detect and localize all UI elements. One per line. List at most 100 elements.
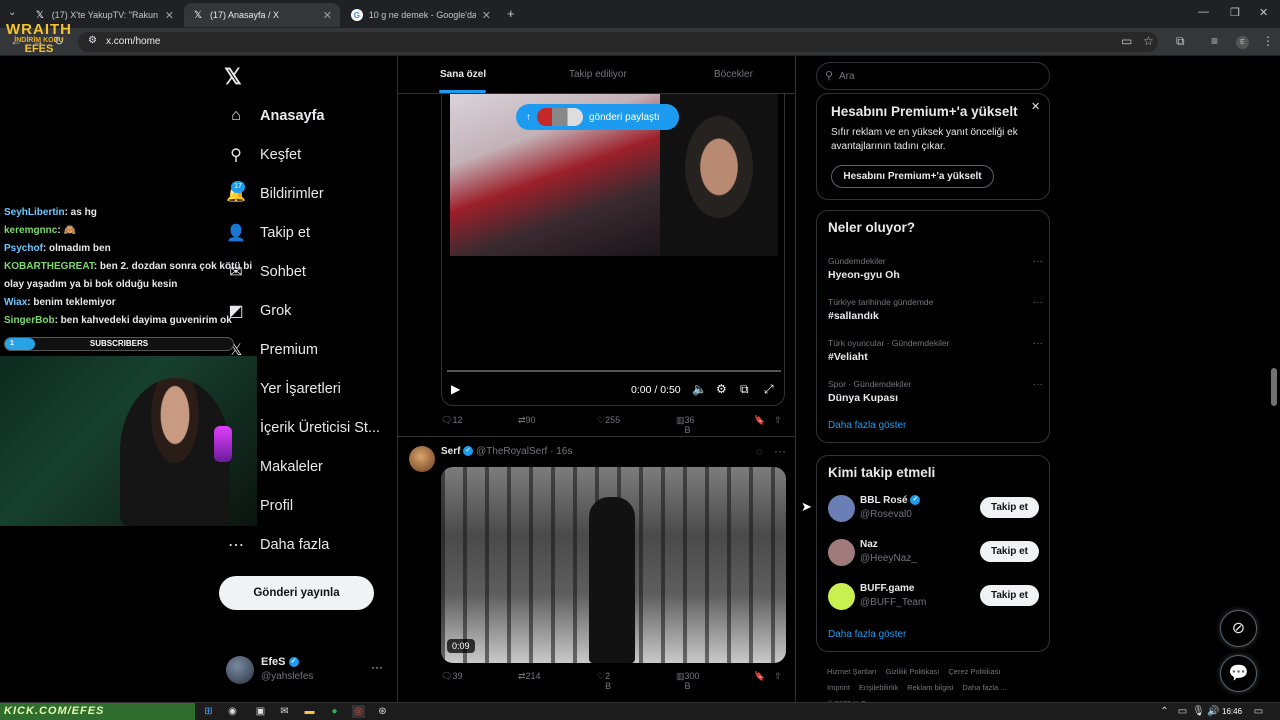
premium-upgrade-button[interactable]: Hesabını Premium+'a yükselt bbox=[831, 165, 994, 188]
trend-item[interactable]: Türk oyuncular · Gündemdekiler #Veliaht ··… bbox=[828, 338, 1043, 363]
search-input[interactable]: ⚲ Ara bbox=[816, 62, 1050, 90]
more-dots-icon[interactable]: ··· bbox=[1033, 297, 1043, 308]
app-icon[interactable]: ⊛ bbox=[376, 705, 389, 718]
profile-icon[interactable]: E bbox=[1236, 36, 1249, 49]
footer-link[interactable]: Hizmet Şartları bbox=[827, 667, 877, 676]
more-dots-icon[interactable]: ··· bbox=[774, 444, 786, 458]
author-name[interactable]: Serf bbox=[441, 446, 460, 457]
like-button[interactable]: ♡ 255 bbox=[597, 415, 620, 426]
settings-icon[interactable]: ⚙ bbox=[716, 382, 727, 396]
close-tab-icon[interactable]: ✕ bbox=[165, 9, 174, 22]
follow-button[interactable]: Takip et bbox=[980, 585, 1039, 606]
messages-fab-icon[interactable]: 💬 bbox=[1220, 655, 1257, 692]
chrome-icon[interactable]: ◎ bbox=[352, 705, 365, 718]
author-handle[interactable]: @TheRoyalSerf bbox=[476, 446, 547, 457]
close-tab-icon[interactable]: ✕ bbox=[323, 9, 332, 22]
minimize-icon[interactable]: — bbox=[1198, 6, 1209, 18]
tray-chevron-icon[interactable]: ⌃ bbox=[1158, 705, 1171, 718]
repost-button[interactable]: ⇄ 214 bbox=[518, 671, 541, 682]
follow-button[interactable]: Takip et bbox=[980, 497, 1039, 518]
network-icon[interactable]: ▭ bbox=[1176, 705, 1189, 718]
nav-item-home[interactable]: ⌂ Anasayfa bbox=[226, 101, 324, 131]
nav-item-more-circle[interactable]: ⋯ Daha fazla bbox=[226, 530, 329, 560]
more-dots-icon[interactable]: ··· bbox=[1033, 338, 1043, 349]
media-icon[interactable]: ≡ bbox=[1211, 34, 1218, 48]
site-info-icon[interactable]: ⚙ bbox=[88, 35, 97, 46]
x-logo-icon[interactable]: 𝕏 bbox=[224, 64, 242, 90]
footer-link[interactable]: Reklam bilgisi bbox=[907, 683, 953, 692]
pip-icon[interactable]: ⧉ bbox=[740, 382, 749, 397]
show-more-link[interactable]: Daha fazla göster bbox=[828, 420, 906, 431]
share-icon[interactable]: ⇧ bbox=[774, 415, 782, 426]
more-dots-icon[interactable]: ··· bbox=[1033, 379, 1043, 390]
plus-icon[interactable]: + bbox=[507, 6, 515, 21]
close-icon[interactable]: ✕ bbox=[1031, 100, 1040, 113]
account-switcher[interactable]: EfeS ✓ @yahslefes ··· bbox=[226, 654, 386, 688]
reply-button[interactable]: 🗨 12 bbox=[441, 415, 462, 426]
bookmark-star-icon[interactable]: ☆ bbox=[1143, 34, 1154, 48]
tab-search-icon[interactable]: ⌄ bbox=[8, 7, 16, 18]
play-icon[interactable]: ▶ bbox=[451, 382, 460, 396]
browser-tab-3[interactable]: G 10 g ne demek - Google'da Ara ✕ bbox=[343, 3, 499, 27]
grok-icon[interactable]: ◌ bbox=[756, 446, 763, 458]
maximize-icon[interactable]: ❐ bbox=[1230, 6, 1240, 19]
avatar[interactable] bbox=[828, 495, 855, 522]
like-button[interactable]: ♡ 2 B bbox=[597, 671, 611, 691]
app-icon[interactable]: ▣ bbox=[254, 705, 267, 718]
more-dots-icon[interactable]: ··· bbox=[371, 660, 383, 674]
cast-icon[interactable]: ▭ bbox=[1121, 34, 1132, 48]
trend-item[interactable]: Gündemdekiler Hyeon-gyu Oh ··· bbox=[828, 256, 1043, 281]
follow-suggestion[interactable]: Naz @HeeyNaz_ Takip et bbox=[828, 538, 1043, 568]
more-dots-icon[interactable]: ··· bbox=[1033, 256, 1043, 267]
tab-bocekler[interactable]: Böcekler bbox=[714, 69, 753, 80]
reply-button[interactable]: 🗨 39 bbox=[441, 671, 462, 682]
grok-fab-icon[interactable]: ⊘ bbox=[1220, 610, 1257, 647]
close-tab-icon[interactable]: ✕ bbox=[482, 9, 491, 22]
views-button[interactable]: ▥ 36 B bbox=[676, 415, 695, 435]
browser-tab-2[interactable]: 𝕏 (17) Anasayfa / X ✕ bbox=[184, 3, 340, 27]
avatar[interactable] bbox=[828, 583, 855, 610]
trend-item[interactable]: Türkiye tarihinde gündemde #sallandık ··· bbox=[828, 297, 1043, 322]
notification-icon[interactable]: ▭ bbox=[1252, 705, 1265, 718]
bookmark-icon[interactable]: 🔖 bbox=[754, 671, 765, 682]
close-window-icon[interactable]: ✕ bbox=[1259, 6, 1268, 19]
video-player[interactable]: ▶ 0:00 / 0:50 🔈 ⚙ ⧉ ⤢ bbox=[441, 94, 785, 406]
fullscreen-icon[interactable]: ⤢ bbox=[764, 382, 774, 397]
repost-button[interactable]: ⇄ 90 bbox=[518, 415, 536, 426]
folder-icon[interactable]: ▬ bbox=[303, 705, 316, 718]
views-button[interactable]: ▥ 300 B bbox=[676, 671, 700, 691]
follow-suggestion[interactable]: BUFF.game @BUFF_Team Takip et bbox=[828, 582, 1043, 612]
volume-icon[interactable]: 🔈 bbox=[692, 382, 707, 396]
footer-link[interactable]: Erişilebilirlik bbox=[859, 683, 898, 692]
volume-icon[interactable]: 🔊 bbox=[1207, 705, 1220, 718]
video-progress-bar[interactable] bbox=[447, 370, 781, 372]
app-icon[interactable]: ✉ bbox=[278, 705, 291, 718]
post-time[interactable]: · 16s bbox=[550, 446, 572, 457]
nav-item-search[interactable]: ⚲ Keşfet bbox=[226, 140, 301, 170]
footer-link[interactable]: Imprint bbox=[827, 683, 850, 692]
extensions-icon[interactable]: ⧉ bbox=[1176, 34, 1185, 49]
spotify-icon[interactable]: ● bbox=[328, 705, 341, 718]
avatar[interactable] bbox=[828, 539, 855, 566]
browser-menu-icon[interactable]: ⋮ bbox=[1262, 34, 1274, 48]
windows-start-icon[interactable]: ⊞ bbox=[202, 705, 215, 718]
mic-icon[interactable]: 🎙 bbox=[1192, 705, 1205, 718]
bookmark-icon[interactable]: 🔖 bbox=[754, 415, 765, 426]
new-posts-pill[interactable]: ↑ gönderi paylaştı bbox=[516, 104, 679, 130]
app-icon[interactable]: ◉ bbox=[226, 705, 239, 718]
footer-link[interactable]: Gizlilik Politikası bbox=[886, 667, 940, 676]
footer-link[interactable]: Çerez Politikası bbox=[948, 667, 1000, 676]
share-icon[interactable]: ⇧ bbox=[774, 671, 782, 682]
follow-button[interactable]: Takip et bbox=[980, 541, 1039, 562]
footer-link[interactable]: Daha fazla ... bbox=[962, 683, 1006, 692]
post-button[interactable]: Gönderi yayınla bbox=[219, 576, 374, 610]
tab-following[interactable]: Takip ediliyor bbox=[569, 69, 627, 80]
tab-for-you[interactable]: Sana özel bbox=[440, 69, 486, 80]
trend-item[interactable]: Spor · Gündemdekiler Dünya Kupası ··· bbox=[828, 379, 1043, 404]
url-field[interactable]: ⚙ x.com/home bbox=[78, 32, 1158, 52]
follow-suggestion[interactable]: BBL Rosé ✓ @Roseval0 Takip et bbox=[828, 494, 1043, 524]
show-more-link[interactable]: Daha fazla göster bbox=[828, 629, 906, 640]
avatar[interactable] bbox=[409, 446, 435, 472]
scrollbar[interactable] bbox=[1271, 368, 1277, 406]
video-player[interactable]: 0:09 bbox=[441, 467, 786, 663]
